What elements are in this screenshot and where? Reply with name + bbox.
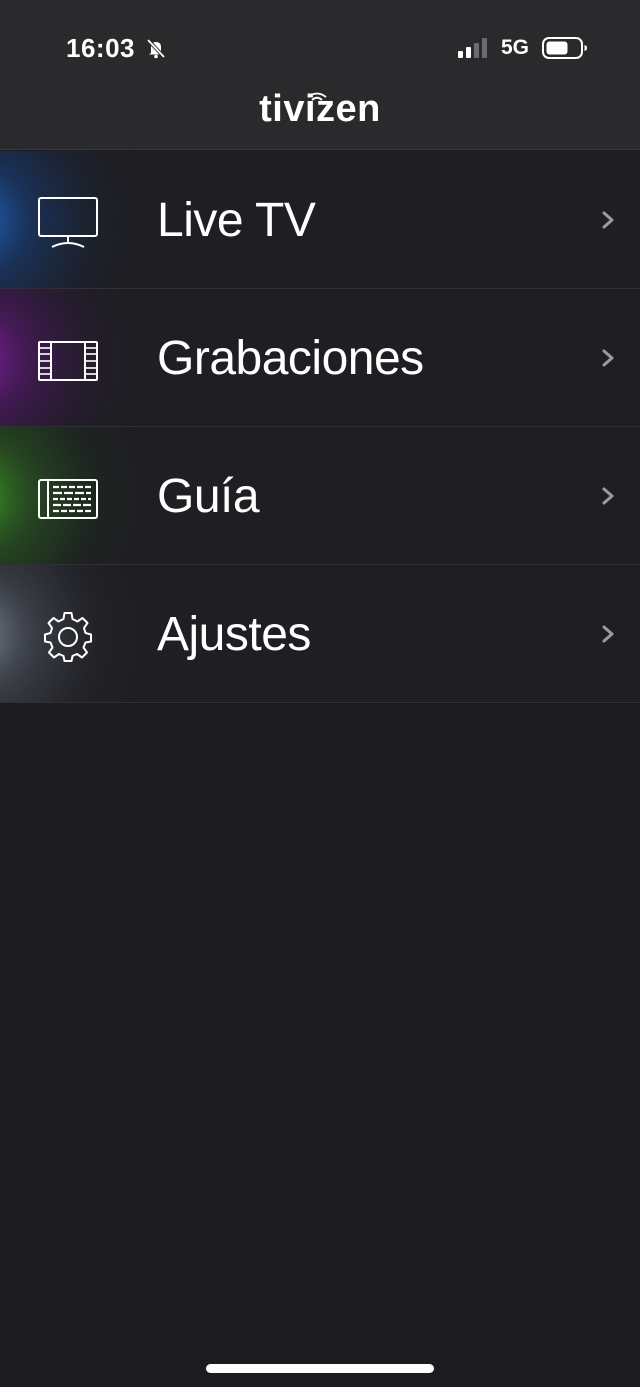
menu-label-live-tv: Live TV [157,194,316,247]
battery-icon [542,37,587,59]
chevron-right-icon [602,625,614,643]
film-icon [38,341,98,381]
chevron-right-icon [602,487,614,505]
bell-slash-icon [146,38,166,59]
tv-icon [38,197,98,248]
menu-label-ajustes: Ajustes [157,608,311,661]
wifi-waves-icon [307,92,327,101]
menu-label-guia: Guía [157,470,260,523]
top-bar: 16:03 5G tivizen [0,0,640,150]
menu-item-guia[interactable]: Guía [0,427,640,565]
chevron-right-icon [602,211,614,229]
app-screen: 16:03 5G tivizen Live TV Grabaciones Guí… [0,0,640,1387]
network-type: 5G [501,36,530,59]
status-time: 16:03 [66,33,135,63]
gear-icon [44,612,92,662]
chevron-right-icon [602,349,614,367]
main-menu: Live TV Grabaciones Guía Ajustes [0,151,640,703]
menu-item-ajustes[interactable]: Ajustes [0,565,640,703]
menu-label-grabaciones: Grabaciones [157,332,424,385]
guide-icon [38,479,98,519]
home-indicator[interactable] [206,1364,434,1373]
menu-item-grabaciones[interactable]: Grabaciones [0,289,640,427]
menu-item-live-tv[interactable]: Live TV [0,151,640,289]
signal-icon [458,38,487,58]
